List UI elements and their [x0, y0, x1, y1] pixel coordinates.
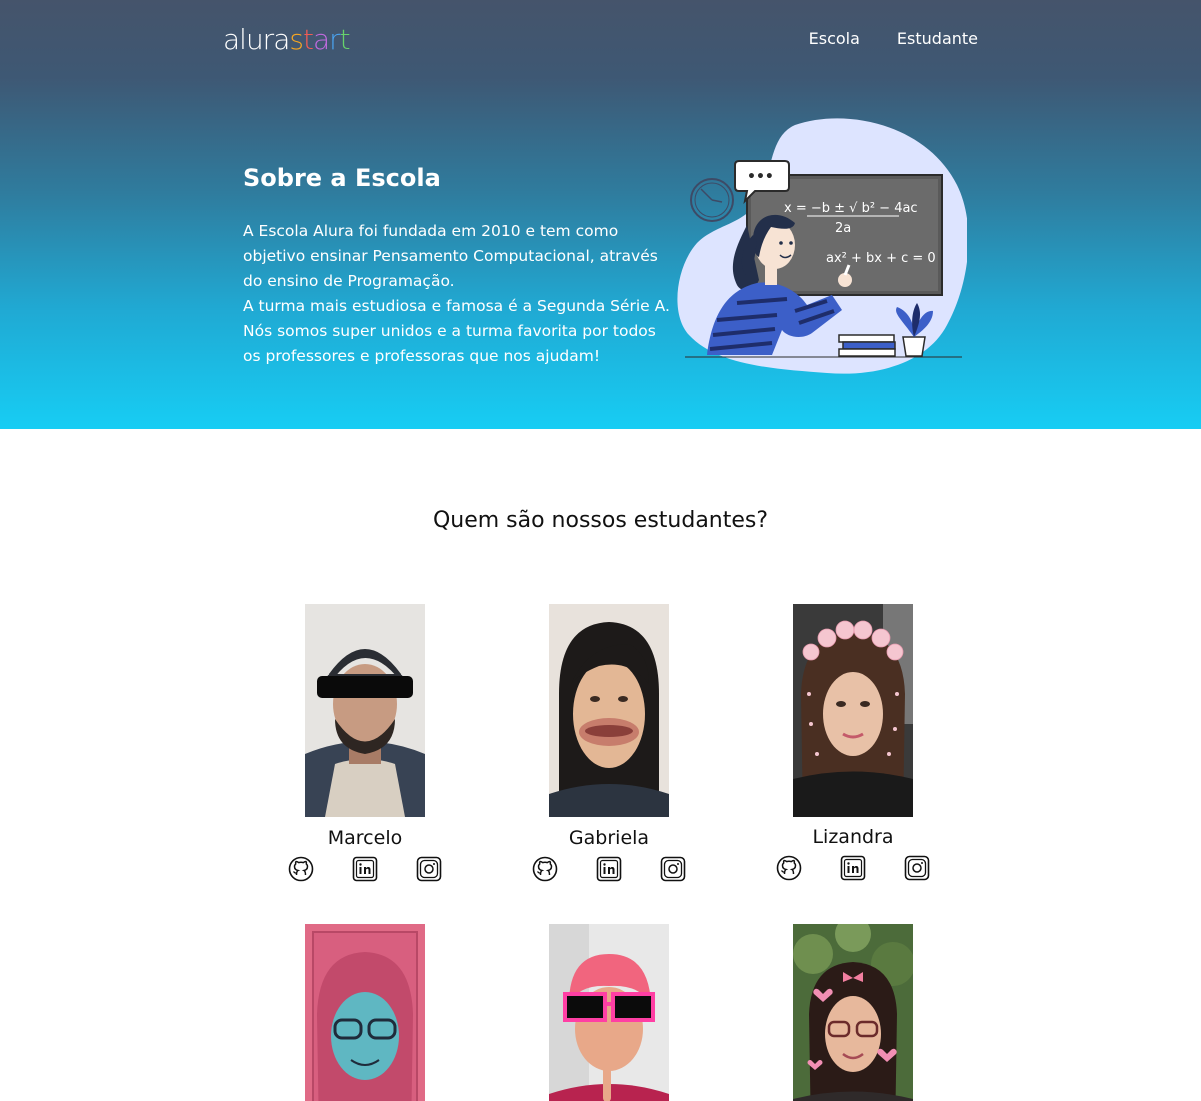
student-name: Marcelo: [327, 827, 403, 849]
linkedin-icon[interactable]: [596, 856, 622, 882]
linkedin-icon[interactable]: [352, 856, 378, 882]
board-equation: ax² + bx + c = 0: [826, 251, 936, 266]
nav-link-estudante[interactable]: Estudante: [897, 28, 978, 50]
student-socials: [775, 855, 931, 881]
student-socials: [531, 856, 687, 882]
hero-section: alurastart Escola Estudante Sobre a Esco…: [0, 0, 1201, 429]
main-nav: Escola Estudante: [809, 28, 978, 50]
teacher-illustration: x = −b ± √ b² − 4ac 2a ax² + bx + c = 0 …: [677, 118, 967, 374]
logo-letter: t: [339, 23, 351, 56]
github-icon[interactable]: [288, 856, 314, 882]
student-photo: [305, 604, 425, 817]
student-photo: [793, 604, 913, 817]
about-paragraph: A Escola Alura foi fundada em 2010 e tem…: [243, 222, 658, 290]
student-photo: [793, 924, 913, 1101]
student-photo: [549, 924, 669, 1101]
student-socials: [287, 856, 443, 882]
student-name: Lizandra: [812, 826, 894, 848]
about-paragraph: A turma mais estudiosa e famosa é a Segu…: [243, 297, 670, 365]
student-photo: [549, 604, 669, 817]
logo-letter: t: [302, 23, 314, 56]
clock-icon: [690, 178, 734, 222]
students-title: Quem são nossos estudantes?: [432, 508, 769, 533]
books-icon: [838, 334, 896, 357]
instagram-icon[interactable]: [660, 856, 686, 882]
logo-text-alura: alura: [223, 23, 290, 56]
nav-link-escola[interactable]: Escola: [809, 28, 860, 50]
about-title: Sobre a Escola: [243, 164, 441, 192]
svg-text:•••: •••: [747, 169, 774, 185]
instagram-icon[interactable]: [416, 856, 442, 882]
logo-letter: s: [289, 23, 304, 56]
board-formula-bottom: 2a: [835, 221, 851, 236]
linkedin-icon[interactable]: [840, 855, 866, 881]
logo-letter: r: [329, 23, 340, 56]
github-icon[interactable]: [776, 855, 802, 881]
student-name: Gabriela: [568, 827, 650, 849]
student-photo: [305, 924, 425, 1101]
about-text: A Escola Alura foi fundada em 2010 e tem…: [243, 219, 673, 369]
github-icon[interactable]: [532, 856, 558, 882]
instagram-icon[interactable]: [904, 855, 930, 881]
logo-letter: a: [312, 23, 330, 56]
board-formula-top: x = −b ± √ b² − 4ac: [784, 201, 918, 216]
alurastart-logo[interactable]: alurastart: [223, 23, 351, 56]
